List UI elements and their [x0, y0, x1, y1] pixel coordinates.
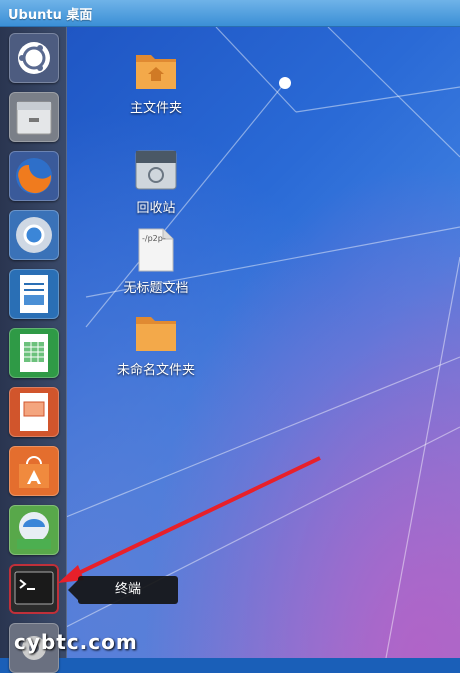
desktop-icon-label: 主文件夹	[129, 101, 182, 116]
desktop-icon-label: 未命名文件夹	[116, 363, 195, 378]
watermark: cybtc.com	[14, 630, 138, 654]
document-icon: -/p2p-	[138, 228, 174, 272]
launcher-dash-home[interactable]	[9, 33, 59, 83]
launcher	[0, 27, 67, 673]
desktop-icon-trash[interactable]: 回收站	[101, 147, 211, 216]
desktop-icon-folder[interactable]: 未命名文件夹	[101, 309, 211, 378]
chromium-icon	[16, 217, 52, 253]
terminal-icon	[14, 571, 54, 605]
launcher-calc[interactable]	[9, 328, 59, 378]
libreoffice-calc-icon	[20, 334, 48, 372]
desktop-area[interactable]: 主文件夹 回收站 -/p2p- 无标题文档 未命名文件夹	[66, 27, 460, 658]
launcher-software-center[interactable]	[9, 446, 59, 496]
home-folder-icon	[136, 55, 176, 89]
launcher-terminal[interactable]	[9, 564, 59, 614]
desktop-icon-label: 回收站	[136, 201, 176, 216]
software-center-icon	[19, 456, 49, 488]
window-title: Ubuntu 桌面	[8, 8, 93, 23]
libreoffice-impress-icon	[20, 393, 48, 431]
file-cabinet-icon	[16, 101, 52, 135]
launcher-writer[interactable]	[9, 269, 59, 319]
desktop-icon-label: 无标题文档	[123, 281, 189, 296]
desktop-icon-home[interactable]: 主文件夹	[101, 47, 211, 116]
title-bar: Ubuntu 桌面	[0, 0, 460, 27]
libreoffice-writer-icon	[20, 275, 48, 313]
firefox-icon	[16, 158, 52, 194]
document-glyph: -/p2p-	[142, 234, 166, 243]
folder-icon	[136, 317, 176, 351]
launcher-firefox[interactable]	[9, 151, 59, 201]
trash-icon	[135, 150, 177, 190]
launcher-files[interactable]	[9, 92, 59, 142]
ubuntu-logo-icon	[18, 42, 50, 74]
launcher-impress[interactable]	[9, 387, 59, 437]
desktop-icon-document[interactable]: -/p2p- 无标题文档	[101, 227, 211, 296]
chat-icon	[17, 512, 51, 549]
launcher-empathy[interactable]	[9, 505, 59, 555]
launcher-tooltip: 终端	[68, 576, 178, 604]
launcher-chromium[interactable]	[9, 210, 59, 260]
wallpaper-dot	[279, 77, 291, 89]
